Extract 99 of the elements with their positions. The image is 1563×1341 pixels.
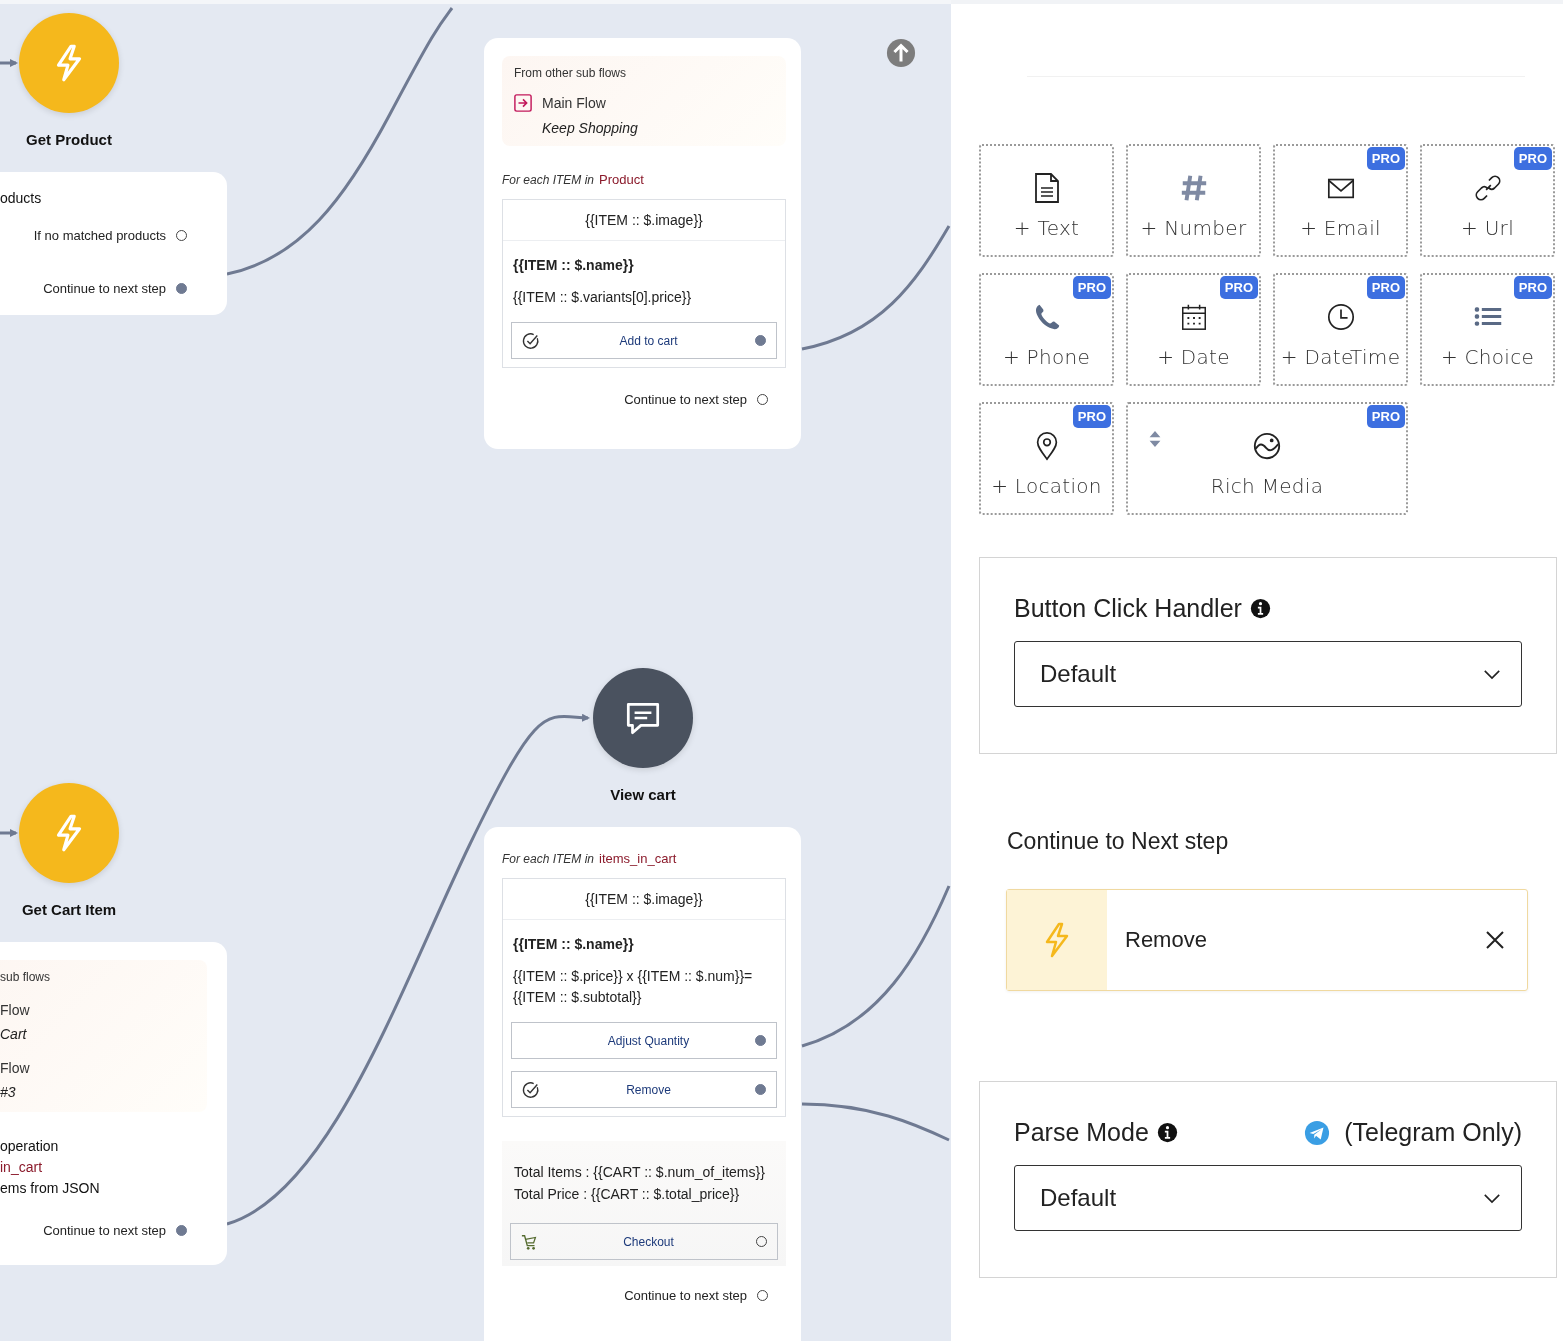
trigger-node[interactable] — [19, 13, 119, 113]
port-label: Continue to next step — [43, 281, 166, 296]
pro-badge: PRO — [1513, 147, 1552, 170]
field-label: + Text — [1013, 215, 1080, 240]
dropdown[interactable]: Default — [1014, 1165, 1522, 1231]
variable-name: items_in_cart — [599, 851, 677, 866]
quick-reply-button[interactable]: Checkout — [510, 1223, 778, 1260]
field-label: + Phone — [1002, 344, 1091, 369]
add-field-button[interactable]: PRO + Location — [979, 402, 1114, 515]
connector-arrow — [0, 59, 18, 67]
field-label: + Number — [1140, 215, 1247, 240]
card-text: operation — [0, 1137, 60, 1156]
add-field-button[interactable]: PRO + Phone — [979, 273, 1114, 386]
button-label: Checkout — [622, 1234, 675, 1249]
port-label: Continue to next step — [43, 1223, 166, 1238]
trigger-node[interactable] — [19, 783, 119, 883]
item-subtitle: {{ITEM :: $.variants[0].price}} — [512, 288, 693, 307]
sort-icon[interactable] — [1148, 430, 1162, 448]
image-field: {{ITEM :: $.image}} — [503, 200, 785, 241]
connected-port[interactable] — [176, 283, 187, 294]
flow-name[interactable]: Flow — [0, 1002, 30, 1018]
field-label: + Email — [1300, 215, 1381, 240]
field-label: Rich Media — [1210, 473, 1324, 498]
subflows-title: From other sub flows — [514, 66, 628, 80]
add-field-button[interactable]: PRO Rich Media — [1126, 402, 1408, 515]
step-name: #3 — [0, 1084, 17, 1100]
pro-badge: PRO — [1366, 405, 1405, 428]
setting-label: Parse Mode — [1014, 1118, 1149, 1147]
field-label: + Choice — [1440, 344, 1535, 369]
variable-name: in_cart — [0, 1158, 44, 1177]
add-field-button[interactable]: + Number — [1126, 144, 1261, 257]
subflows-title: sub flows — [0, 970, 52, 984]
check-circle-icon — [522, 1080, 540, 1099]
button-label: Adjust Quantity — [606, 1033, 691, 1048]
node-label: Get Product — [26, 131, 112, 148]
info-icon[interactable] — [1156, 1122, 1178, 1143]
port-label: Continue to next step — [624, 392, 747, 407]
port-label: Continue to next step — [624, 1288, 747, 1303]
summary-text: Total Price : {{CART :: $.total_price}} — [514, 1185, 741, 1204]
section-heading: Continue to Next step — [1007, 828, 1230, 855]
summary-text: Total Items : {{CART :: $.num_of_items}} — [514, 1163, 766, 1182]
add-field-button[interactable]: PRO + Choice — [1420, 273, 1555, 386]
pro-badge: PRO — [1366, 147, 1405, 170]
connected-port[interactable] — [755, 335, 766, 346]
item-subtitle: {{ITEM :: $.price}} x {{ITEM :: $.num}}={{ITEM :: $.subtotal}} — [512, 967, 754, 1007]
connector-arrow — [0, 829, 18, 837]
dropdown[interactable]: Default — [1014, 641, 1522, 707]
quick-reply-button[interactable]: Add to cart — [511, 322, 777, 359]
card-text: ems from JSON — [0, 1179, 101, 1198]
pro-badge: PRO — [1513, 276, 1552, 299]
field-label: + Date — [1157, 344, 1230, 369]
pro-badge: PRO — [1366, 276, 1405, 299]
loop-label: For each ITEM in — [502, 852, 595, 866]
chevron-icon — [1483, 1192, 1501, 1204]
message-node[interactable] — [593, 668, 693, 768]
add-field-button[interactable]: PRO + DateTime — [1273, 273, 1408, 386]
arrow-up-icon[interactable] — [886, 38, 916, 68]
close-icon[interactable] — [1485, 930, 1505, 950]
step-name: Keep Shopping — [541, 120, 639, 136]
dropdown-value: Default — [1040, 1184, 1118, 1212]
info-icon[interactable] — [1249, 598, 1271, 619]
pro-badge: PRO — [1072, 405, 1111, 428]
variable-name: Product — [599, 172, 644, 187]
node-label: Get Cart Item — [21, 901, 117, 918]
setting-note: (Telegram Only) — [1344, 1118, 1522, 1147]
field-label: + DateTime — [1280, 344, 1401, 369]
item-title: {{ITEM :: $.name}} — [512, 256, 635, 273]
loop-label: For each ITEM in — [502, 173, 595, 187]
image-field: {{ITEM :: $.image}} — [503, 879, 785, 920]
pro-badge: PRO — [1072, 276, 1111, 299]
flow-name[interactable]: Flow — [0, 1060, 30, 1076]
pro-badge: PRO — [1219, 276, 1258, 299]
dropdown-value: Default — [1040, 660, 1118, 688]
quick-reply-button[interactable]: Remove — [511, 1071, 777, 1108]
connected-port[interactable] — [176, 1225, 187, 1236]
item-title: {{ITEM :: $.name}} — [512, 935, 635, 952]
card-text: oducts — [0, 190, 43, 206]
port-label: If no matched products — [33, 228, 166, 243]
check-circle-icon — [522, 331, 540, 350]
connected-port[interactable] — [755, 1084, 766, 1095]
quick-reply-button[interactable]: Adjust Quantity — [511, 1022, 777, 1059]
step-name: Remove — [1125, 927, 1208, 953]
step-item[interactable]: Remove — [1006, 889, 1528, 991]
button-label: Remove — [625, 1082, 672, 1097]
field-label: + Url — [1460, 215, 1514, 240]
flow-name[interactable]: Main Flow — [542, 95, 606, 111]
add-field-button[interactable]: PRO + Url — [1420, 144, 1555, 257]
connected-port[interactable] — [755, 1035, 766, 1046]
field-label: + Location — [991, 473, 1102, 498]
step-name: Cart — [0, 1026, 28, 1042]
button-label: Add to cart — [618, 333, 679, 348]
add-field-button[interactable]: PRO + Date — [1126, 273, 1261, 386]
telegram-icon — [1304, 1119, 1331, 1146]
add-field-button[interactable]: + Text — [979, 144, 1114, 257]
node-label: View cart — [610, 786, 676, 803]
setting-label: Button Click Handler — [1014, 594, 1242, 623]
chevron-icon — [1483, 668, 1501, 680]
add-field-button[interactable]: PRO + Email — [1273, 144, 1408, 257]
cart-icon — [521, 1232, 539, 1251]
